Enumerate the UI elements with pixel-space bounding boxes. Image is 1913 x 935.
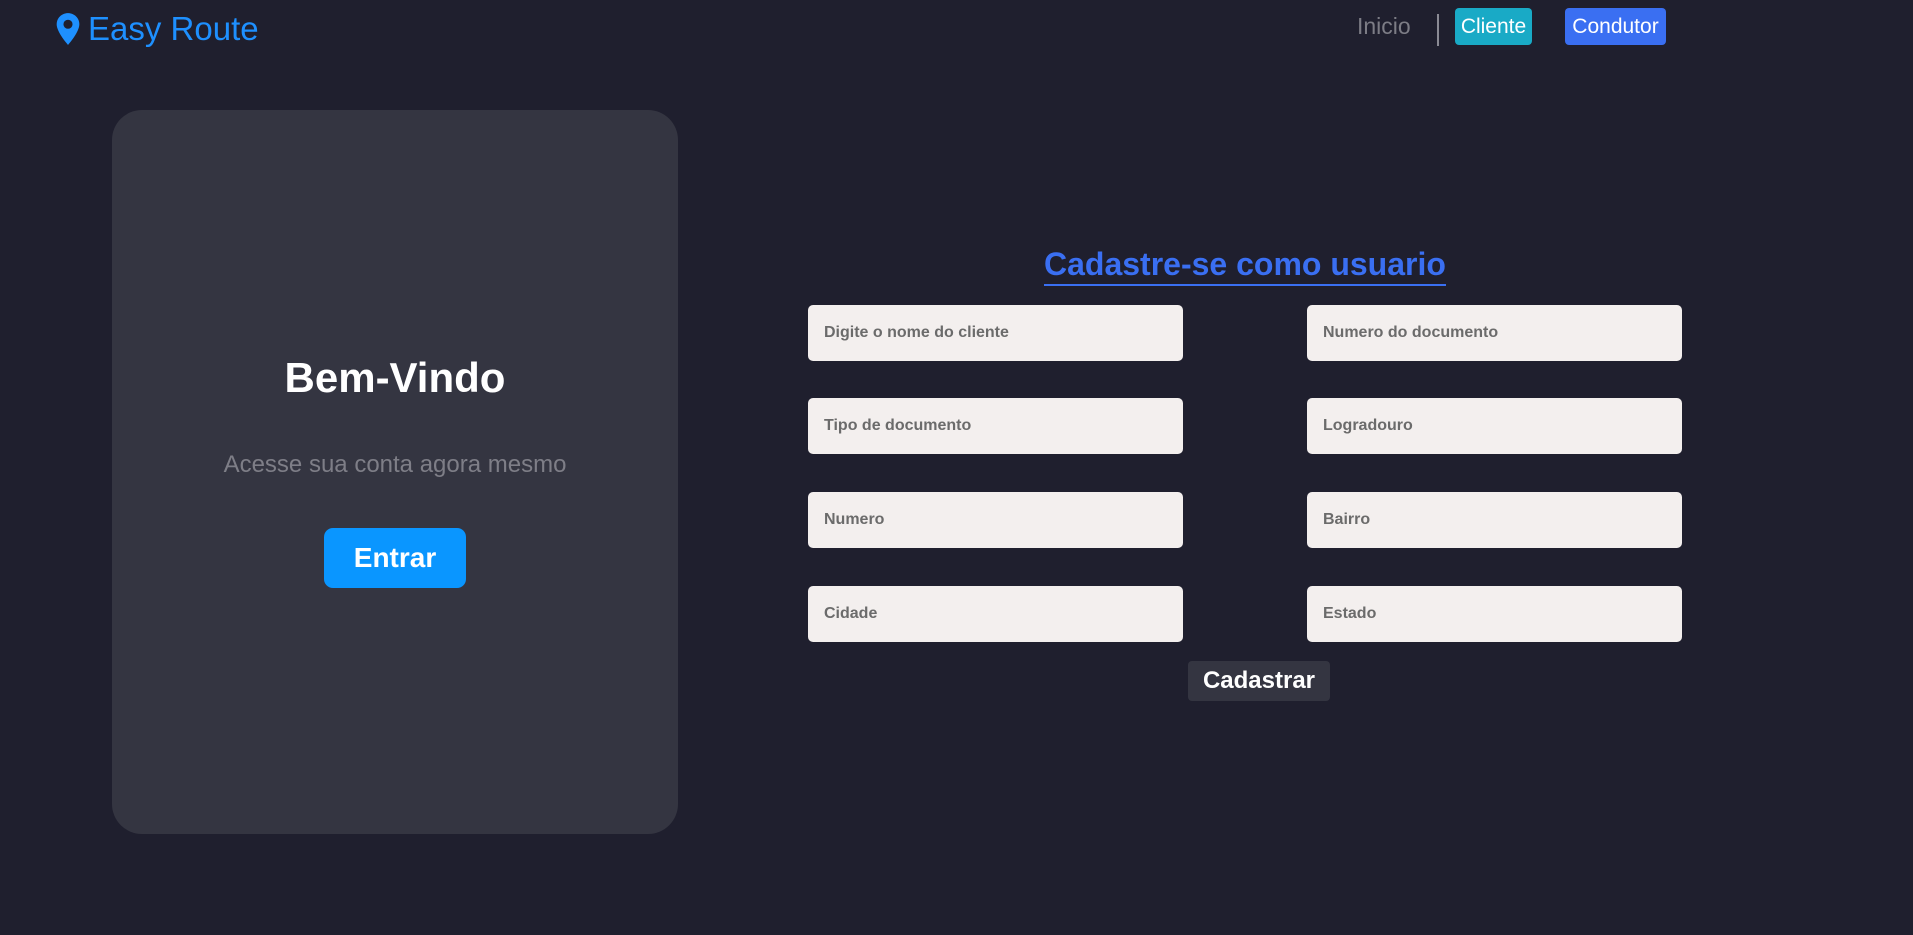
neighborhood-field[interactable] [1307, 492, 1682, 548]
street-field[interactable] [1307, 398, 1682, 454]
page: Easy Route Inicio Cliente Condutor Bem-V… [0, 0, 1913, 935]
nav-inicio-link[interactable]: Inicio [1357, 12, 1411, 40]
number-field[interactable] [808, 492, 1183, 548]
form-title: Cadastre-se como usuario [1044, 244, 1446, 286]
nav-condutor-button[interactable]: Condutor [1565, 8, 1666, 45]
welcome-subtitle: Acesse sua conta agora mesmo [223, 451, 567, 478]
document-type-field[interactable] [808, 398, 1183, 454]
city-field[interactable] [808, 586, 1183, 642]
nav-divider [1437, 14, 1439, 46]
document-number-field[interactable] [1307, 305, 1682, 361]
state-field[interactable] [1307, 586, 1682, 642]
enter-button[interactable]: Entrar [324, 528, 466, 588]
map-pin-icon [56, 13, 80, 45]
client-name-field[interactable] [808, 305, 1183, 361]
brand-name: Easy Route [88, 10, 259, 47]
welcome-card: Bem-Vindo Acesse sua conta agora mesmo E… [112, 110, 678, 834]
welcome-title: Bem-Vindo [284, 354, 506, 401]
nav-cliente-button[interactable]: Cliente [1455, 8, 1532, 45]
brand-link[interactable]: Easy Route [54, 10, 259, 48]
register-button[interactable]: Cadastrar [1188, 661, 1330, 701]
